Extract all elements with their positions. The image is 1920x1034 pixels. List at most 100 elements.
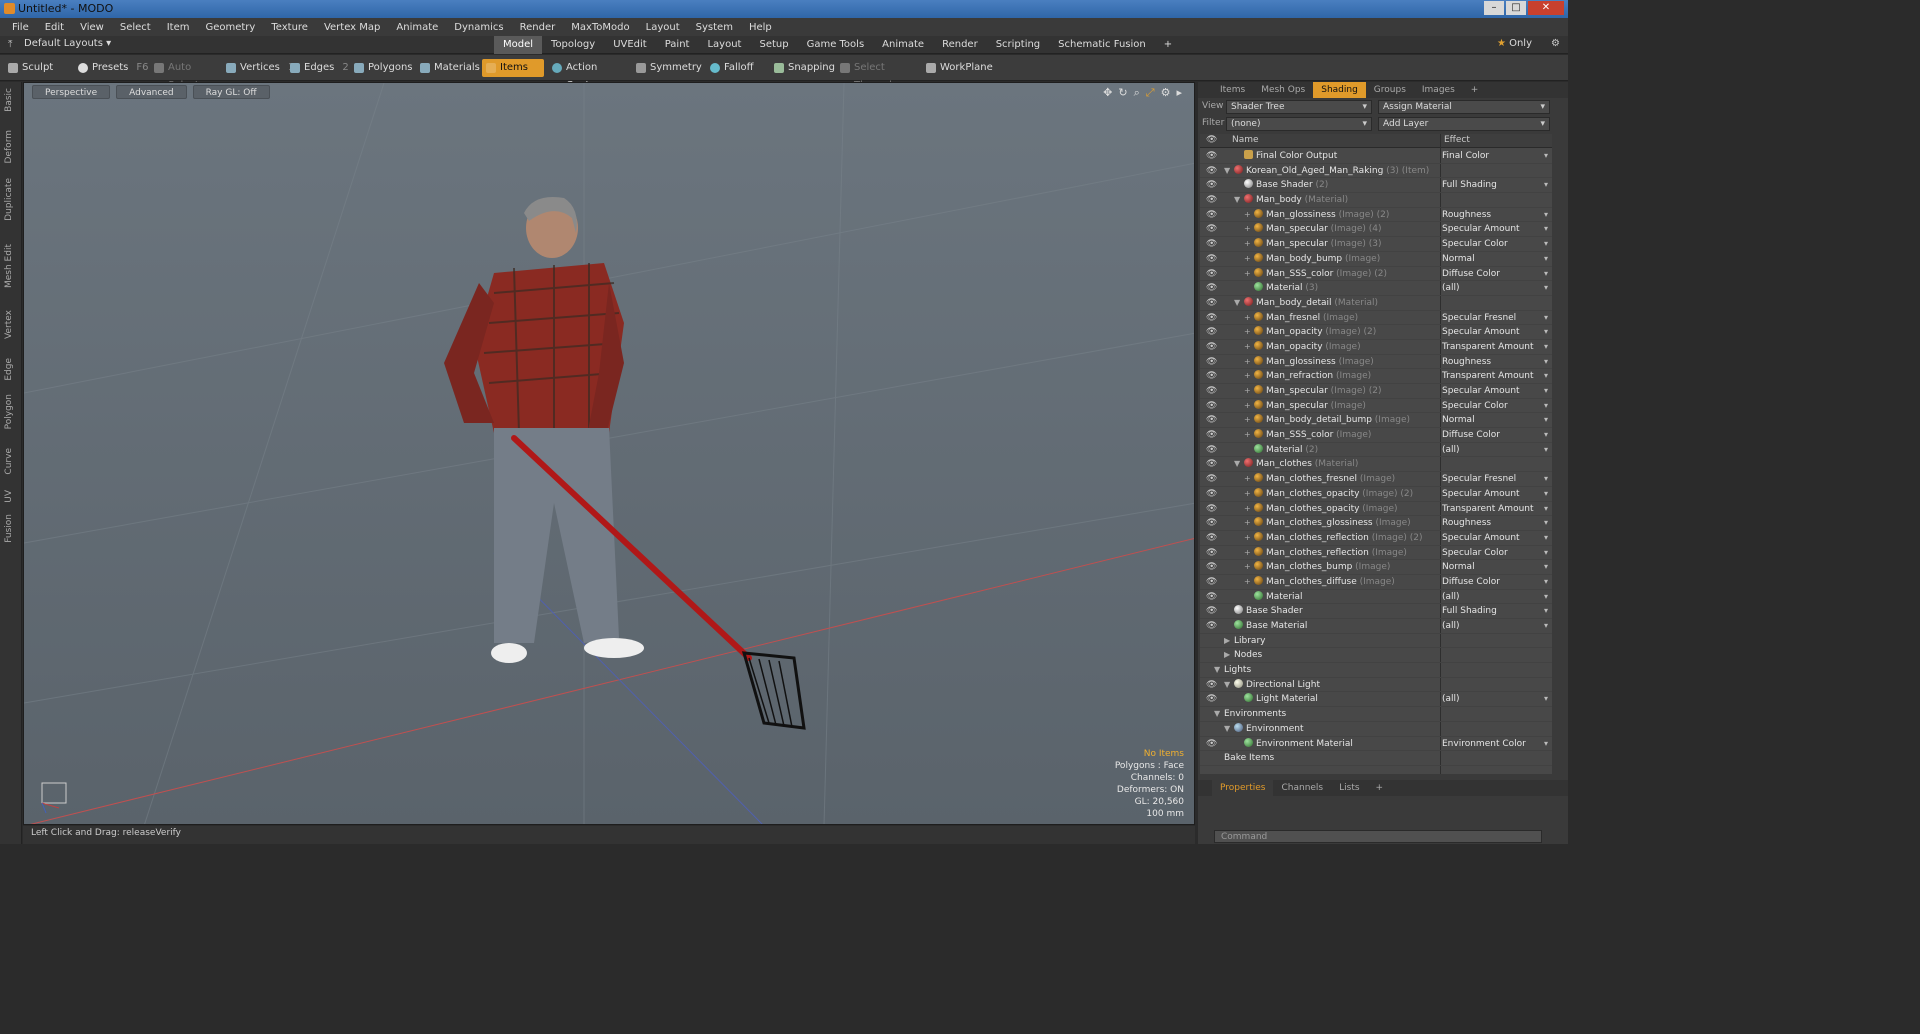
row-effect[interactable]: Full Shading — [1442, 178, 1497, 193]
layout-tab-model[interactable]: Model — [494, 36, 543, 54]
command-input[interactable]: Command — [1214, 830, 1542, 843]
add-layer-dropdown[interactable]: Add Layer — [1378, 117, 1550, 131]
visibility-eye-icon[interactable]: 👁 — [1206, 311, 1217, 326]
gear-icon[interactable]: ⚙ — [1551, 38, 1560, 49]
visibility-eye-icon[interactable]: 👁 — [1206, 267, 1217, 282]
shader-tree-row[interactable]: ▼ Environment — [1200, 722, 1552, 737]
shader-tree-row[interactable]: 👁 Base Material (all) ▾ — [1200, 619, 1552, 634]
row-effect[interactable]: Diffuse Color — [1442, 428, 1500, 443]
effect-dropdown-icon[interactable]: ▾ — [1544, 575, 1548, 590]
effect-dropdown-icon[interactable]: ▾ — [1544, 267, 1548, 282]
materials-button[interactable]: Materials — [416, 59, 480, 77]
shader-tree-row[interactable]: 👁 Base Shader (2) Full Shading ▾ — [1200, 178, 1552, 194]
panel-tab-mesh-ops[interactable]: Mesh Ops — [1253, 82, 1313, 98]
vertices-button[interactable]: Vertices1 — [222, 59, 294, 77]
effect-dropdown-icon[interactable]: ▾ — [1544, 428, 1548, 443]
expand-plus-icon[interactable]: + — [1244, 516, 1251, 531]
row-effect[interactable]: Roughness — [1442, 516, 1491, 531]
shading-mode-dropdown[interactable]: Advanced — [116, 85, 187, 99]
tool-tab-edge[interactable]: Edge — [4, 358, 14, 381]
effect-dropdown-icon[interactable]: ▾ — [1544, 311, 1548, 326]
expand-arrow-icon[interactable]: ▼ — [1234, 457, 1240, 472]
shader-tree-row[interactable]: 👁 ▼ Directional Light — [1200, 678, 1552, 693]
expand-plus-icon[interactable]: + — [1244, 384, 1251, 399]
visibility-eye-icon[interactable]: 👁 — [1206, 692, 1217, 707]
shader-tree-row[interactable]: 👁 + Man_SSS_color (Image) Diffuse Color ▾ — [1200, 428, 1552, 443]
effect-dropdown-icon[interactable]: ▾ — [1544, 413, 1548, 428]
shader-tree-row[interactable]: Bake Items — [1200, 751, 1552, 766]
visibility-eye-icon[interactable]: 👁 — [1206, 590, 1217, 605]
shader-tree-row[interactable]: 👁 ▼ Man_clothes (Material) — [1200, 457, 1552, 473]
expand-plus-icon[interactable]: + — [1244, 531, 1251, 546]
layout-tab-uvedit[interactable]: UVEdit — [604, 36, 656, 54]
visibility-eye-icon[interactable]: 👁 — [1206, 369, 1217, 384]
tool-tab-mesh-edit[interactable]: Mesh Edit — [4, 244, 14, 288]
layout-tab-layout[interactable]: Layout — [698, 36, 750, 54]
row-effect[interactable]: Specular Color — [1442, 237, 1508, 252]
expand-arrow-icon[interactable]: ▼ — [1224, 164, 1230, 179]
effect-dropdown-icon[interactable]: ▾ — [1544, 178, 1548, 193]
sculpt-button[interactable]: Sculpt — [4, 59, 68, 77]
menu-edit[interactable]: Edit — [37, 22, 72, 33]
row-effect[interactable]: Normal — [1442, 413, 1475, 428]
minimize-icon[interactable]: – — [1484, 1, 1504, 15]
shader-tree-row[interactable]: 👁 + Man_body_detail_bump (Image) Normal ▾ — [1200, 413, 1552, 429]
select-through-button[interactable]: Select Through — [836, 59, 916, 91]
add-properties-tab-button[interactable]: + — [1368, 780, 1392, 796]
shader-tree-row[interactable]: 👁 ▼ Man_body (Material) — [1200, 193, 1552, 208]
effect-dropdown-icon[interactable]: ▾ — [1544, 149, 1548, 164]
row-effect[interactable]: Specular Amount — [1442, 222, 1520, 237]
effect-dropdown-icon[interactable]: ▾ — [1544, 531, 1548, 546]
expand-arrow-icon[interactable]: ▼ — [1214, 663, 1220, 678]
close-icon[interactable]: ✕ — [1528, 1, 1564, 15]
effect-dropdown-icon[interactable]: ▾ — [1544, 502, 1548, 517]
filter-dropdown[interactable]: (none) — [1226, 117, 1372, 131]
row-effect[interactable]: Normal — [1442, 560, 1475, 575]
auto-select-button[interactable]: Auto Select — [150, 59, 218, 91]
name-column-header[interactable]: Name — [1232, 135, 1259, 145]
expand-plus-icon[interactable]: + — [1244, 252, 1251, 267]
workplane-button[interactable]: WorkPlane — [922, 59, 993, 77]
shader-tree-row[interactable]: 👁 + Man_refraction (Image) Transparent Amou… — [1200, 369, 1552, 384]
shader-tree-row[interactable]: 👁 Material (2) (all) ▾ — [1200, 443, 1552, 458]
shader-tree-row[interactable]: 👁 + Man_specular (Image) (4) Specular Amoun… — [1200, 222, 1552, 238]
row-effect[interactable]: Diffuse Color — [1442, 575, 1500, 590]
fit-icon[interactable]: ⤢ — [1146, 86, 1155, 100]
effect-dropdown-icon[interactable]: ▾ — [1544, 604, 1548, 619]
visibility-eye-icon[interactable]: 👁 — [1206, 384, 1217, 399]
expand-plus-icon[interactable]: + — [1244, 413, 1251, 428]
row-effect[interactable]: Specular Fresnel — [1442, 472, 1516, 487]
layout-tab-schematic-fusion[interactable]: Schematic Fusion — [1049, 36, 1155, 54]
layouts-dropdown[interactable]: Default Layouts ▾ — [24, 38, 111, 49]
layout-tab-game-tools[interactable]: Game Tools — [798, 36, 874, 54]
tool-tab-duplicate[interactable]: Duplicate — [4, 178, 14, 221]
items-button[interactable]: Items — [482, 59, 544, 77]
menu-maxtomodo[interactable]: MaxToModo — [563, 22, 637, 33]
visibility-eye-icon[interactable]: 👁 — [1206, 560, 1217, 575]
menu-texture[interactable]: Texture — [263, 22, 316, 33]
add-layout-tab-button[interactable]: + — [1155, 36, 1181, 54]
visibility-eye-icon[interactable]: 👁 — [1206, 737, 1217, 752]
action-center-button[interactable]: Action Center — [548, 59, 624, 91]
effect-dropdown-icon[interactable]: ▾ — [1544, 325, 1548, 340]
effect-dropdown-icon[interactable]: ▾ — [1544, 487, 1548, 502]
shader-tree-row[interactable]: ▶ Nodes — [1200, 648, 1552, 664]
row-effect[interactable]: (all) — [1442, 692, 1460, 707]
row-effect[interactable]: Transparent Amount — [1442, 369, 1534, 384]
expand-plus-icon[interactable]: + — [1244, 487, 1251, 502]
expand-plus-icon[interactable]: + — [1244, 472, 1251, 487]
layout-tab-render[interactable]: Render — [933, 36, 987, 54]
properties-tab-properties[interactable]: Properties — [1212, 780, 1274, 796]
shader-tree-row[interactable]: 👁 Environment Material Environment Color ▾ — [1200, 737, 1552, 752]
visibility-eye-icon[interactable]: 👁 — [1206, 428, 1217, 443]
visibility-eye-icon[interactable]: 👁 — [1206, 149, 1217, 164]
3d-viewport[interactable]: Perspective Advanced Ray GL: Off ✥ ↻ ⌕ ⤢… — [23, 82, 1195, 825]
row-effect[interactable]: Specular Amount — [1442, 531, 1520, 546]
expand-plus-icon[interactable]: + — [1244, 311, 1251, 326]
shader-tree-row[interactable]: 👁 + Man_fresnel (Image) Specular Fresnel ▾ — [1200, 311, 1552, 326]
shader-tree-row[interactable]: 👁 + Man_glossiness (Image) Roughness ▾ — [1200, 355, 1552, 370]
menu-system[interactable]: System — [688, 22, 741, 33]
layout-tab-animate[interactable]: Animate — [873, 36, 933, 54]
panel-tab-images[interactable]: Images — [1414, 82, 1463, 98]
maximize-icon[interactable]: □ — [1506, 1, 1526, 15]
